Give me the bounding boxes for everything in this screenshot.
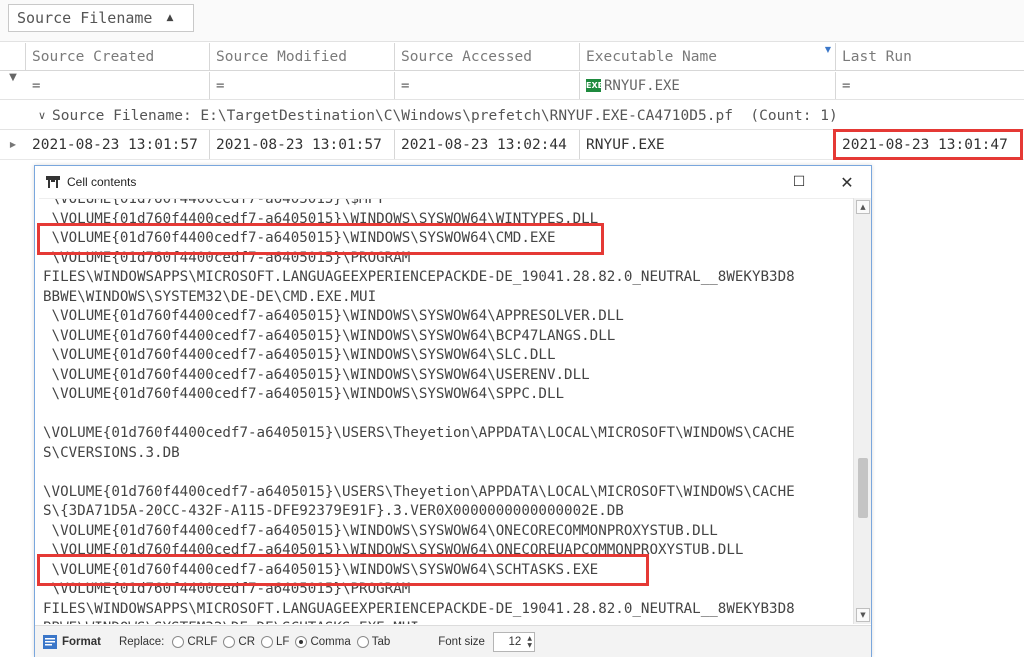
column-header-executable-name[interactable]: Executable Name ▼ — [580, 43, 836, 70]
cell-last-run[interactable]: 2021-08-23 13:01:47 — [836, 130, 1024, 159]
dialog-title: Cell contents — [67, 175, 137, 189]
cell-source-modified[interactable]: 2021-08-23 13:01:57 — [210, 130, 395, 159]
column-header-source-created[interactable]: Source Created — [26, 43, 210, 70]
format-button[interactable]: Format — [43, 634, 101, 649]
column-header-source-accessed[interactable]: Source Accessed — [395, 43, 580, 70]
radio-label: Tab — [371, 635, 391, 648]
group-by-panel: Source Filename ▲ — [0, 0, 1024, 42]
spin-arrows-icon[interactable]: ▲ ▼ — [527, 635, 532, 649]
column-header-source-modified[interactable]: Source Modified — [210, 43, 395, 70]
table-row[interactable]: ▶ 2021-08-23 13:01:57 2021-08-23 13:01:5… — [0, 130, 1024, 160]
radio-circle[interactable] — [356, 635, 369, 648]
text-line: \VOLUME{01d760f4400cedf7-a6405015}\USERS… — [43, 483, 795, 500]
chevron-down-icon[interactable]: ∨ — [0, 109, 52, 122]
text-line: \VOLUME{01d760f4400cedf7-a6405015}\WINDO… — [43, 327, 616, 344]
text-line: FILES\WINDOWSAPPS\MICROSOFT.LANGUAGEEXPE… — [43, 600, 795, 617]
header-row-indicator — [0, 43, 26, 70]
text-line: BBWE\WINDOWS\SYSTEM32\DE-DE\CMD.EXE.MUI — [43, 288, 377, 305]
cell-executable-name[interactable]: RNYUF.EXE — [580, 130, 836, 159]
cell-contents-icon — [46, 176, 60, 188]
radio-tab[interactable]: Tab — [356, 635, 391, 648]
column-header-label: Executable Name — [586, 48, 717, 65]
sort-ascending-icon[interactable]: ▲ — [166, 13, 173, 23]
text-line: \VOLUME{01d760f4400cedf7-a6405015}\WINDO… — [43, 542, 744, 558]
format-label: Format — [62, 635, 101, 648]
text-lines: \VOLUME{01d760f4400cedf7-a6405015}\$MFT … — [43, 198, 795, 624]
text-line: \VOLUME{01d760f4400cedf7-a6405015}\WINDO… — [43, 347, 556, 363]
radio-comma[interactable]: Comma — [295, 635, 351, 648]
text-line: FILES\WINDOWSAPPS\MICROSOFT.LANGUAGEEXPE… — [43, 269, 795, 285]
filter-active-icon[interactable]: ▼ — [825, 45, 831, 54]
cell-contents-text[interactable]: \VOLUME{01d760f4400cedf7-a6405015}\$MFT … — [39, 198, 853, 624]
executable-icon: EXE — [586, 79, 604, 92]
text-line: \VOLUME{01d760f4400cedf7-a6405015}\WINDO… — [43, 522, 718, 539]
filter-value: RNYUF.EXE — [604, 77, 680, 94]
radio-circle[interactable] — [172, 635, 185, 648]
filter-cell-executable-name[interactable]: EXE RNYUF.EXE — [580, 72, 836, 99]
text-line: S\{3DA71D5A-20CC-432F-A115-DFE92379E91F}… — [43, 503, 624, 519]
filter-cell-source-created[interactable]: = — [26, 72, 210, 99]
text-line: \VOLUME{01d760f4400cedf7-a6405015}\$MFT — [43, 198, 385, 207]
filter-cell-source-modified[interactable]: = — [210, 72, 395, 99]
format-icon — [43, 634, 57, 649]
radio-label: CRLF — [187, 635, 218, 648]
text-line: \VOLUME{01d760f4400cedf7-a6405015}\USERS… — [43, 425, 795, 441]
text-line: \VOLUME{01d760f4400cedf7-a6405015}\WINDO… — [43, 210, 599, 227]
group-row-label: Source Filename: E:\TargetDestination\C\… — [52, 107, 838, 124]
scroll-down-icon[interactable]: ▼ — [856, 608, 870, 622]
text-line: \VOLUME{01d760f4400cedf7-a6405015}\WINDO… — [43, 308, 624, 324]
radio-circle-selected[interactable] — [295, 635, 308, 648]
scroll-up-icon[interactable]: ▲ — [856, 200, 870, 214]
filter-cell-source-accessed[interactable]: = — [395, 72, 580, 99]
text-line: \VOLUME{01d760f4400cedf7-a6405015}\WINDO… — [43, 366, 590, 383]
radio-label: CR — [238, 635, 256, 648]
text-line: \VOLUME{01d760f4400cedf7-a6405015}\WINDO… — [43, 230, 556, 246]
cell-contents-dialog: Cell contents ☐ ✕ \VOLUME{01d760f4400ced… — [34, 165, 872, 657]
column-header-last-run[interactable]: Last Run — [836, 43, 1024, 70]
radio-crlf[interactable]: CRLF — [172, 635, 218, 648]
maximize-icon: ☐ — [792, 174, 806, 190]
filter-funnel-icon[interactable]: ▼ — [0, 72, 26, 99]
replace-label: Replace: — [118, 635, 165, 648]
text-line: \VOLUME{01d760f4400cedf7-a6405015}\WINDO… — [43, 561, 599, 578]
radio-label: Comma — [310, 635, 351, 648]
radio-circle[interactable] — [261, 635, 274, 648]
scroll-thumb[interactable] — [858, 458, 868, 518]
dialog-footer: Format Replace: CRLF CR LF Comma Tab Fon… — [35, 625, 871, 657]
group-by-chip-source-filename[interactable]: Source Filename ▲ — [8, 4, 194, 32]
font-size-stepper[interactable]: 12 ▲ ▼ — [492, 631, 535, 652]
filter-row: ▼ = = = EXE RNYUF.EXE = — [0, 72, 1024, 100]
vertical-scrollbar[interactable]: ▲ ▼ — [853, 198, 871, 624]
text-line: BBWE\WINDOWS\SYSTEM32\DE-DE\SCHTASKS.EXE… — [43, 619, 795, 624]
dialog-title-bar[interactable]: Cell contents — [35, 166, 871, 198]
cell-source-created[interactable]: 2021-08-23 13:01:57 — [26, 130, 210, 159]
row-expand-icon[interactable]: ▶ — [0, 130, 26, 159]
radio-cr[interactable]: CR — [223, 635, 256, 648]
close-button[interactable]: ✕ — [835, 170, 859, 194]
text-line: S\CVERSIONS.3.DB — [43, 444, 180, 461]
filter-cell-last-run[interactable]: = — [836, 72, 1024, 99]
group-by-chip-label: Source Filename — [17, 9, 153, 27]
close-icon: ✕ — [840, 172, 854, 192]
text-line — [43, 405, 795, 425]
font-size-value[interactable]: 12 — [509, 636, 522, 648]
font-size-label: Font size — [438, 635, 485, 648]
text-line: \VOLUME{01d760f4400cedf7-a6405015}\PROGR… — [43, 249, 411, 266]
text-line: \VOLUME{01d760f4400cedf7-a6405015}\PROGR… — [43, 581, 411, 597]
radio-label: LF — [276, 635, 290, 648]
grid-header: Source Created Source Modified Source Ac… — [0, 43, 1024, 71]
radio-circle[interactable] — [223, 635, 236, 648]
group-row[interactable]: ∨ Source Filename: E:\TargetDestination\… — [0, 102, 1024, 130]
maximize-button[interactable]: ☐ — [787, 170, 811, 194]
text-line — [43, 463, 795, 483]
text-line: \VOLUME{01d760f4400cedf7-a6405015}\WINDO… — [43, 386, 565, 402]
cell-source-accessed[interactable]: 2021-08-23 13:02:44 — [395, 130, 580, 159]
radio-lf[interactable]: LF — [261, 635, 290, 648]
